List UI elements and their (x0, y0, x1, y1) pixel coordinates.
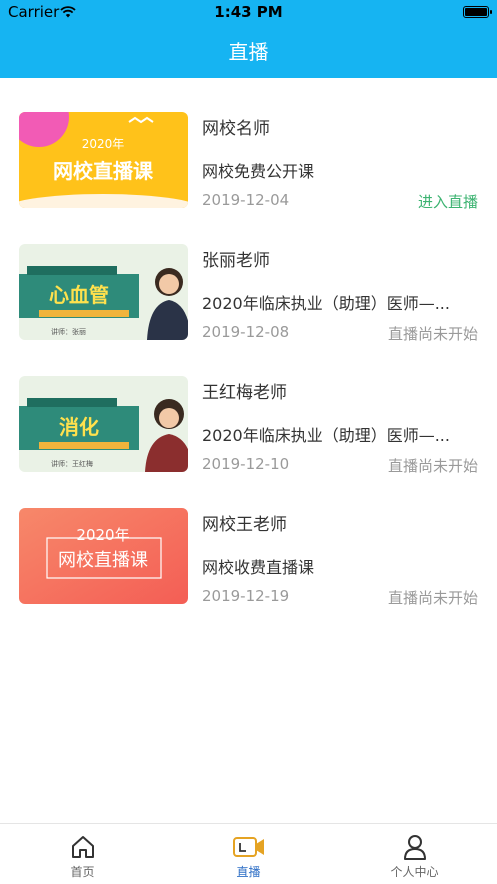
thumb-subtitle: 讲师：张丽 (51, 327, 86, 336)
thumb-subtitle: 网校直播课 (58, 550, 148, 571)
course-item[interactable]: 2020年 网校直播课 网校王老师 网校收费直播课 2019-12-19 直播尚… (0, 474, 497, 607)
video-camera-icon (232, 837, 264, 857)
battery-icon (463, 6, 492, 18)
course-thumbnail: 2020年 网校直播课 (19, 508, 188, 604)
thumb-title: 心血管 (49, 283, 109, 307)
course-name: 网校收费直播课 (202, 558, 315, 577)
course-name: 2020年临床执业（助理）医师—... (202, 426, 450, 445)
user-icon (403, 835, 426, 860)
page-title: 直播 (228, 40, 269, 64)
thumb-subtitle: 网校直播课 (53, 159, 154, 183)
thumb-title: 2020年 (76, 526, 129, 544)
thumb-subtitle: 讲师：王红梅 (51, 459, 93, 468)
course-item[interactable]: 消化 讲师：王红梅 王红梅老师 2020年临床执业（助理）医师—... 2019… (0, 342, 497, 475)
course-thumbnail: 消化 讲师：王红梅 (19, 376, 188, 472)
course-thumbnail: 心血管 讲师：张丽 (19, 244, 188, 340)
course-thumbnail: 2020年 网校直播课 (19, 112, 188, 208)
teacher-name: 网校名师 (202, 119, 270, 139)
home-icon (71, 836, 94, 858)
tab-home-label: 首页 (70, 865, 95, 879)
course-date: 2019-12-08 (202, 323, 290, 341)
top-bar: Carrier 1:43 PM 直播 (0, 0, 497, 78)
tab-bar: 首页 直播 个人中心 (0, 823, 497, 884)
status-bar: Carrier 1:43 PM (0, 0, 497, 26)
thumb-title: 2020年 (82, 137, 125, 151)
course-item[interactable]: 心血管 讲师：张丽 张丽老师 2020年临床执业（助理）医师—... 2019-… (0, 210, 497, 343)
teacher-name: 王红梅老师 (202, 383, 287, 403)
teacher-name: 网校王老师 (202, 515, 287, 535)
course-name: 2020年临床执业（助理）医师—... (202, 294, 450, 313)
clock: 1:43 PM (214, 3, 283, 21)
teacher-name: 张丽老师 (202, 251, 270, 271)
course-date: 2019-12-10 (202, 455, 290, 473)
tab-live[interactable]: 直播 (166, 824, 331, 884)
course-item[interactable]: 2020年 网校直播课 网校名师 网校免费公开课 2019-12-04 进入直播 (0, 78, 497, 211)
tab-home[interactable]: 首页 (0, 824, 165, 884)
course-date: 2019-12-19 (202, 587, 290, 605)
course-date: 2019-12-04 (202, 191, 290, 209)
enter-live-link[interactable]: 进入直播 (418, 191, 478, 212)
tab-profile[interactable]: 个人中心 (332, 824, 497, 884)
live-status: 直播尚未开始 (387, 325, 478, 343)
tab-live-label: 直播 (236, 865, 261, 879)
thumb-title: 消化 (59, 415, 99, 439)
course-name: 网校免费公开课 (202, 162, 315, 181)
live-status: 直播尚未开始 (387, 589, 478, 607)
live-status: 直播尚未开始 (387, 457, 478, 475)
tab-profile-label: 个人中心 (390, 865, 439, 879)
